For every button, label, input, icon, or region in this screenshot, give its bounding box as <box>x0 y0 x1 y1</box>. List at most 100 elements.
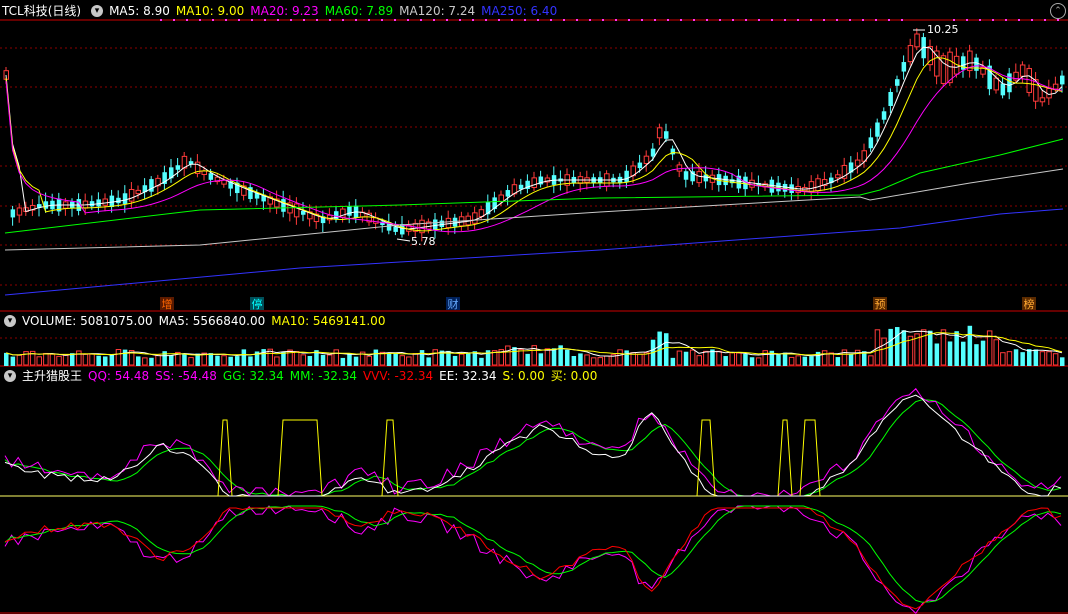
volume-bar-down <box>109 354 115 366</box>
volume-label: VOLUME: 5081075.00 <box>22 314 153 328</box>
candle-up <box>940 55 947 84</box>
volume-bar-up <box>821 350 828 366</box>
mm-line <box>4 505 1062 603</box>
volume-bar-up <box>590 357 597 366</box>
volume-legend: ▾ VOLUME: 5081075.00 MA5: 5566840.00 MA1… <box>0 311 391 331</box>
candle-down <box>122 193 128 204</box>
volume-bar-down <box>538 353 544 366</box>
volume-bar-up <box>689 349 696 366</box>
volume-bar-down <box>103 356 108 366</box>
volume-bar-up <box>736 352 742 366</box>
volume-bar-down <box>215 355 220 366</box>
volume-bar-down <box>512 347 517 366</box>
high-price-label: 10.25 <box>927 23 959 36</box>
signal-dot <box>563 19 565 21</box>
signal-dot <box>888 19 890 21</box>
candle-down <box>888 91 893 107</box>
volume-bar-up <box>518 348 524 366</box>
volume-bar-up <box>1039 351 1046 366</box>
volume-bar-down <box>248 356 253 366</box>
candle-up <box>815 178 821 192</box>
signal-dot <box>862 19 864 21</box>
candle-down <box>1060 75 1065 85</box>
candle-down <box>10 209 16 218</box>
volume-bar-up <box>399 355 405 366</box>
volume-bar-down <box>386 352 392 366</box>
indicator-legend: ▾ 主升猎股王 QQ: 54.48 SS: -54.48 GG: 32.34 M… <box>0 366 603 386</box>
volume-bar-up <box>412 353 419 366</box>
low-price-label: 5.78 <box>411 235 436 248</box>
ma20-line <box>5 65 1063 233</box>
signal-dot <box>680 19 682 21</box>
stock-title: TCL科技(日线) <box>2 4 82 18</box>
volume-bar-down <box>525 353 530 366</box>
candle-up <box>854 159 861 167</box>
candle-down <box>89 201 95 207</box>
signal-dot <box>1044 19 1046 21</box>
candle-down <box>723 175 728 186</box>
candle-down <box>868 137 874 149</box>
ma10-label: MA10: 9.00 <box>175 4 245 18</box>
volume-bar-up <box>115 349 122 366</box>
volume-bar-up <box>142 357 148 366</box>
volume-bar-down <box>307 355 313 366</box>
chevron-down-icon[interactable]: ▾ <box>4 315 16 327</box>
candle-down <box>439 220 445 228</box>
volume-bar-down <box>947 341 953 366</box>
volume-bar-down <box>235 356 240 366</box>
signal-dot <box>667 19 669 21</box>
chart-canvas[interactable]: 10.25 5.78 增 停 财 预 榜 <box>0 0 1068 614</box>
candle-down <box>208 173 214 180</box>
candle-down <box>875 122 880 137</box>
collapse-icon[interactable]: ⌃ <box>1050 3 1066 19</box>
candle-up <box>1052 83 1059 90</box>
volume-bar-down <box>565 349 570 366</box>
buy-signal-spike <box>217 419 233 497</box>
signal-dot <box>810 19 812 21</box>
candle-down <box>881 111 887 120</box>
signal-dot <box>875 19 877 21</box>
candle-down <box>452 217 458 227</box>
chevron-down-icon[interactable]: ▾ <box>91 5 104 17</box>
volume-bar-down <box>723 356 728 366</box>
volume-bar-down <box>4 352 9 366</box>
candle-up <box>128 188 135 202</box>
s-label: S: 0.00 <box>502 369 545 383</box>
volume-bar-down <box>228 356 233 366</box>
event-marker: 增 <box>162 297 173 311</box>
volume-bar-up <box>432 349 438 366</box>
ma60-label: MA60: 7.89 <box>324 4 394 18</box>
volume-bar-down <box>683 351 689 366</box>
signal-dot <box>966 19 968 21</box>
volume-bar-up <box>406 356 412 366</box>
volume-bar-down <box>928 330 933 366</box>
volume-bar-down <box>848 353 854 366</box>
chevron-down-icon[interactable]: ▾ <box>4 370 16 382</box>
ma20-label: MA20: 9.23 <box>250 4 319 18</box>
volume-bar-down <box>974 344 979 366</box>
volume-bar-up <box>366 355 372 366</box>
candle-up <box>656 127 663 139</box>
signal-dot <box>849 19 851 21</box>
volume-bar-up <box>584 354 590 366</box>
volume-bar-up <box>49 353 56 366</box>
volume-bar-up <box>755 357 762 366</box>
volume-bar-up <box>617 349 623 366</box>
volume-bar-up <box>36 356 42 366</box>
signal-dot <box>784 19 786 21</box>
candle-down <box>96 199 101 207</box>
candle-down <box>789 184 794 193</box>
vvv-line <box>4 507 1062 610</box>
candle-up <box>914 33 920 48</box>
volume-bar-down <box>743 353 748 366</box>
volume-bar-up <box>676 350 683 366</box>
signal-dot <box>901 19 903 21</box>
volume-bar-up <box>56 355 62 366</box>
signal-dot <box>719 19 721 21</box>
volume-bar-down <box>835 357 841 366</box>
signal-dot <box>706 19 708 21</box>
candle-down <box>393 226 398 232</box>
event-marker: 预 <box>875 298 886 311</box>
volume-bar-up <box>940 329 947 366</box>
volume-bar-down <box>895 327 900 366</box>
